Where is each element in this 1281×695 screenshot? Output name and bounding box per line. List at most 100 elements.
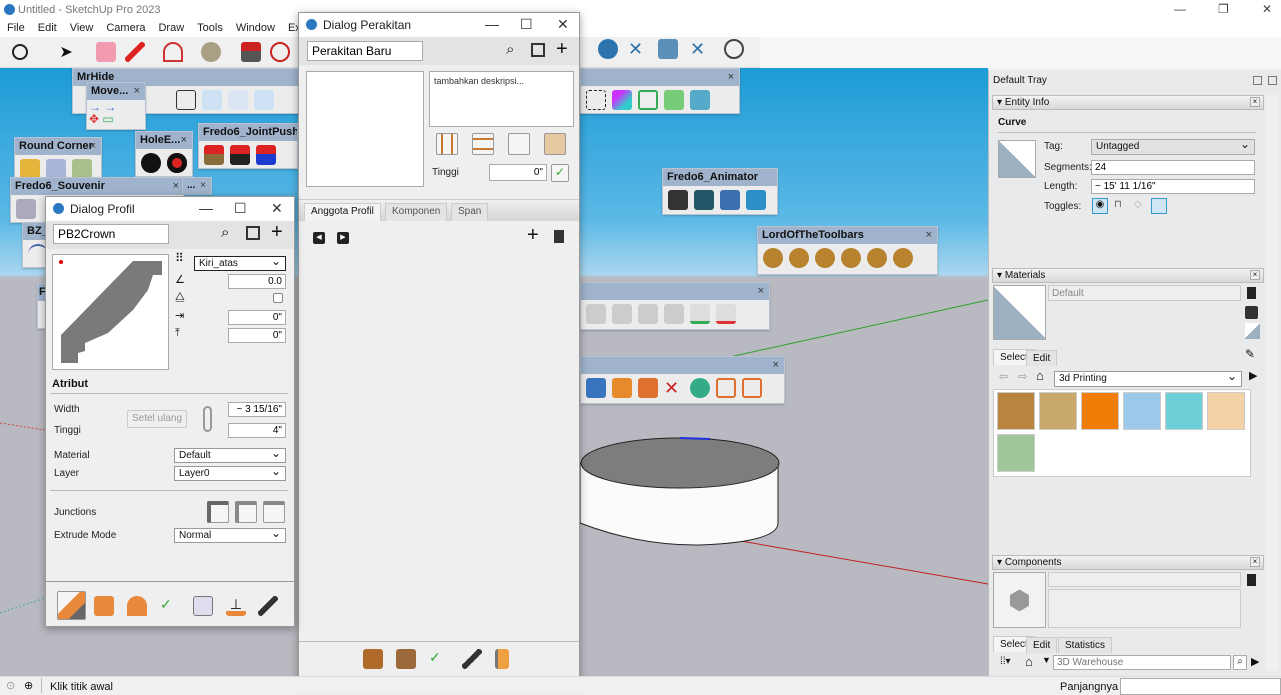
add-icon[interactable]: + xyxy=(271,221,283,244)
paint-bucket-icon[interactable] xyxy=(201,42,222,62)
stamp-icon[interactable]: ⊥ xyxy=(226,596,246,616)
ring-refresh-icon[interactable] xyxy=(815,248,835,268)
back-icon[interactable]: ⇦ xyxy=(999,370,1008,383)
layout-icon[interactable] xyxy=(658,39,678,59)
check-member-icon[interactable]: ✓ xyxy=(429,649,449,669)
layout-corner-button[interactable] xyxy=(508,133,530,155)
trash-icon[interactable] xyxy=(554,230,564,243)
save-icon[interactable] xyxy=(531,43,545,57)
toolbar-title[interactable]: Fredo6_JointPushPull xyxy=(199,124,297,141)
components-tab-statistics[interactable]: Statistics xyxy=(1058,637,1113,653)
warehouse-icon[interactable] xyxy=(598,39,618,59)
snapshot-icon[interactable] xyxy=(586,304,606,324)
navigation-dropdown-icon[interactable]: ▼ xyxy=(1042,655,1051,665)
add-to-model-icon[interactable] xyxy=(1245,306,1258,319)
toolbar-title[interactable]: Round Corner xyxy=(19,140,93,152)
create-material-icon[interactable] xyxy=(1247,287,1256,299)
lathe-icon[interactable] xyxy=(127,596,147,616)
minimize-button[interactable]: — xyxy=(485,16,499,32)
profile-name-input[interactable] xyxy=(53,224,169,244)
components-header[interactable]: ▾ Components × xyxy=(992,555,1264,570)
paint-profile-icon[interactable] xyxy=(94,596,114,616)
menu-tools[interactable]: Tools xyxy=(190,19,229,34)
previous-button[interactable]: ◀ xyxy=(313,232,325,244)
axes-icon[interactable] xyxy=(202,90,222,110)
add-icon[interactable]: + xyxy=(556,38,568,61)
push-pull-icon[interactable] xyxy=(241,42,262,62)
location-remove-icon[interactable] xyxy=(716,304,736,324)
close-icon[interactable]: × xyxy=(181,134,187,146)
description-textarea[interactable]: tambahkan deskripsi... xyxy=(429,71,574,127)
search-icon[interactable]: ⌕ xyxy=(221,224,229,241)
eyedropper-icon[interactable] xyxy=(462,649,482,669)
close-icon[interactable]: × xyxy=(926,229,932,241)
layout-h-button[interactable] xyxy=(436,133,458,155)
menu-camera[interactable]: Camera xyxy=(99,19,151,34)
home-icon[interactable]: ⌂ xyxy=(1025,654,1033,669)
measurements-input[interactable] xyxy=(1120,678,1281,695)
view-options-icon[interactable]: ⁞⁞▾ xyxy=(1000,656,1011,667)
minimize-button[interactable]: — xyxy=(1174,2,1186,16)
materials-tab-edit[interactable]: Edit xyxy=(1026,350,1058,366)
material-select[interactable]: Default xyxy=(174,446,286,463)
eyedropper-icon[interactable] xyxy=(258,596,278,616)
ring-settings-icon[interactable] xyxy=(763,248,783,268)
width-input[interactable] xyxy=(228,402,286,417)
account-icon[interactable] xyxy=(724,39,744,59)
material-swatch[interactable] xyxy=(1207,392,1245,430)
receive-shadows-toggle-icon[interactable]: ◇ xyxy=(1134,199,1142,210)
curviloft-icon[interactable] xyxy=(586,90,606,110)
menu-window[interactable]: Window xyxy=(229,19,281,34)
extension-manager-icon[interactable]: ✕ xyxy=(690,39,710,59)
close-icon[interactable]: × xyxy=(773,359,779,371)
hide-box-icon[interactable] xyxy=(176,90,196,110)
round-corner-icon[interactable] xyxy=(20,159,40,179)
tab-komponen[interactable]: Komponen xyxy=(385,203,448,221)
dialog-titlebar[interactable]: Dialog Profil — ☐ ✕ xyxy=(46,197,294,221)
select-icon[interactable]: ➤ xyxy=(56,42,76,62)
entity-info-header[interactable]: ▾ Entity Info × xyxy=(992,95,1264,110)
tray-scrollbar[interactable] xyxy=(1265,95,1279,671)
eraser-icon[interactable] xyxy=(96,42,117,62)
tools-icon[interactable] xyxy=(638,304,658,324)
material-swatch[interactable] xyxy=(1123,392,1161,430)
ring-forward-icon[interactable] xyxy=(867,248,887,268)
restore-icon[interactable] xyxy=(612,304,632,324)
minimize-button[interactable]: — xyxy=(199,200,213,216)
height-input[interactable] xyxy=(489,164,547,181)
mirror-checkbox[interactable] xyxy=(273,293,283,303)
ring-back-icon[interactable] xyxy=(841,248,861,268)
save-icon[interactable] xyxy=(246,226,260,240)
reset-button[interactable]: Setel ulang xyxy=(127,410,187,428)
menu-draw[interactable]: Draw xyxy=(151,19,190,34)
close-icon[interactable]: × xyxy=(758,285,764,297)
toolbar-title[interactable]: Move... xyxy=(91,85,128,97)
home-icon[interactable]: ⌂ xyxy=(1036,368,1044,383)
dialog-titlebar[interactable]: Dialog Perakitan — ☐ ✕ xyxy=(299,13,579,37)
cast-shadows-toggle-icon[interactable] xyxy=(1151,198,1167,214)
extension-warehouse-icon[interactable]: ✕ xyxy=(628,39,648,59)
solid-icon[interactable] xyxy=(638,90,658,110)
lock-toggle-icon[interactable]: ⊓ xyxy=(1114,199,1122,210)
toolbar-title[interactable]: LordOfTheToolbars xyxy=(762,229,864,241)
selected-curve[interactable] xyxy=(679,437,711,440)
tag-select[interactable]: Untagged xyxy=(1091,137,1255,155)
normal-pushpull-icon[interactable] xyxy=(256,145,276,165)
maximize-button[interactable]: ☐ xyxy=(520,16,533,33)
geolocation-icon[interactable]: ⊙ xyxy=(6,679,15,692)
material-swatch[interactable] xyxy=(1039,392,1077,430)
close-button[interactable]: ✕ xyxy=(1262,2,1272,16)
sliders-icon[interactable] xyxy=(720,190,740,210)
angle-input[interactable] xyxy=(228,274,286,289)
follow-me-icon[interactable] xyxy=(270,42,291,62)
bend-icon[interactable] xyxy=(586,378,606,398)
extrude-tool-icon[interactable] xyxy=(57,591,86,620)
offset-y-input[interactable] xyxy=(228,328,286,343)
link-proportions-icon[interactable] xyxy=(203,406,212,432)
details-icon[interactable]: ▶ xyxy=(1251,655,1259,668)
close-icon[interactable]: × xyxy=(134,85,140,97)
material-name-input[interactable] xyxy=(1048,285,1241,301)
check-profile-icon[interactable]: ✓ xyxy=(160,596,180,616)
details-icon[interactable]: ▶ xyxy=(1249,369,1257,382)
joint-pushpull-icon[interactable] xyxy=(204,145,224,165)
